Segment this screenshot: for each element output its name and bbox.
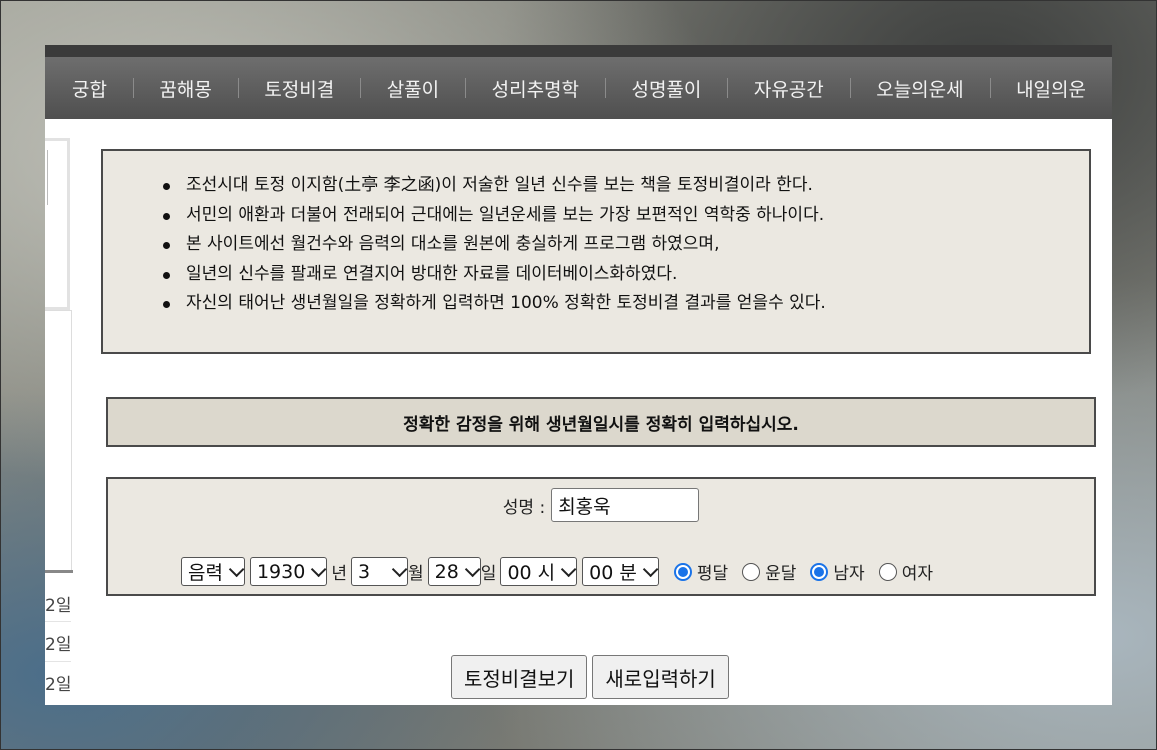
intro-line: 서민의 애환과 더불어 전래되어 근대에는 일년운세를 보는 가장 보편적인 역… (163, 201, 826, 231)
reset-input-button[interactable]: 새로입력하기 (592, 655, 729, 699)
nav-item-name-reading[interactable]: 성명풀이 (605, 57, 727, 119)
minute-select[interactable]: 00 분 (582, 557, 659, 586)
nav-item-seongri[interactable]: 성리추명학 (466, 57, 605, 119)
nav-item-gunghap[interactable]: 궁합 (45, 57, 133, 119)
left-sidebar-panel (45, 138, 70, 310)
chevron-down-icon (311, 561, 327, 578)
hour-select-value: 00 시 (507, 562, 556, 584)
chevron-down-icon (642, 561, 659, 578)
chevron-down-icon (228, 561, 245, 578)
left-list-date[interactable]: 2일 (45, 630, 71, 655)
hour-select[interactable]: 00 시 (500, 557, 578, 586)
nav-item-tojeong[interactable]: 토정비결 (238, 57, 360, 119)
intro-list: 조선시대 토정 이지함(土亭 李之函)이 저술한 일년 신수를 보는 책을 토정… (103, 171, 826, 319)
main-nav: 궁합 꿈해몽 토정비결 살풀이 성리추명학 성명풀이 자유공간 오늘의운세 내일… (45, 57, 1112, 119)
nav-item-tomorrow-fortune[interactable]: 내일의운 (990, 57, 1112, 119)
left-list-date[interactable]: 2일 (45, 591, 71, 616)
year-select-value: 1930 (256, 560, 306, 583)
left-sidebar-tab-underline (45, 570, 73, 573)
chevron-down-icon (464, 561, 481, 578)
view-tojeong-button[interactable]: 토정비결보기 (451, 655, 588, 699)
day-select[interactable]: 28 (427, 557, 481, 586)
left-list-divider (45, 661, 71, 662)
leap-normal-radio[interactable] (673, 562, 692, 581)
month-select[interactable]: 3 (350, 557, 408, 586)
calendar-select[interactable]: 음력 (181, 557, 245, 586)
notice-bar: 정확한 감정을 위해 생년월일시를 정확히 입력하십시오. (106, 397, 1096, 447)
nav-item-dream[interactable]: 꿈해몽 (133, 57, 237, 119)
male-radio[interactable] (810, 562, 829, 581)
day-select-value: 28 (434, 560, 459, 583)
day-unit-label: 일 (480, 564, 497, 584)
nav-item-free-space[interactable]: 자유공간 (728, 57, 850, 119)
left-sidebar-divider (45, 150, 48, 205)
male-label[interactable]: 남자 (833, 559, 864, 584)
month-unit-label: 월 (407, 564, 424, 584)
name-label: 성명 : (502, 497, 546, 518)
month-select-value: 3 (357, 560, 371, 583)
leap-month-label[interactable]: 윤달 (765, 559, 796, 584)
year-select[interactable]: 1930 (249, 557, 328, 586)
chevron-down-icon (391, 561, 408, 578)
intro-line: 일년의 신수를 팔괘로 연결지어 방대한 자료를 데이터베이스화하였다. (163, 260, 826, 290)
leap-normal-label[interactable]: 평달 (697, 559, 728, 584)
minute-select-value: 00 분 (589, 562, 637, 584)
left-list-divider (45, 621, 71, 622)
left-list-date[interactable]: 2일 (45, 670, 71, 695)
left-sidebar-rule (45, 310, 71, 311)
year-unit-label: 년 (331, 564, 347, 584)
nav-item-salpuri[interactable]: 살풀이 (361, 57, 465, 119)
chevron-down-icon (560, 561, 577, 578)
leap-month-radio[interactable] (742, 562, 761, 581)
intro-line: 조선시대 토정 이지함(土亭 李之函)이 저술한 일년 신수를 보는 책을 토정… (163, 171, 826, 201)
intro-box: 조선시대 토정 이지함(土亭 李之函)이 저술한 일년 신수를 보는 책을 토정… (101, 149, 1091, 354)
intro-line: 자신의 태어난 생년월일을 정확하게 입력하면 100% 정확한 토정비결 결과… (163, 289, 826, 319)
intro-line: 본 사이트에선 월건수와 음력의 대소를 원본에 충실하게 프로그램 하였으며, (163, 230, 826, 260)
birth-date-row: 음력 1930 년 3 월 28 일 00 시 00 분 평달 윤달 남자 여자 (181, 557, 937, 586)
birth-input-form: 성명 : 최홍욱 음력 1930 년 3 월 28 일 00 시 00 분 평달… (106, 477, 1096, 596)
left-sidebar-border (71, 310, 72, 570)
top-strip (45, 45, 1112, 57)
page-window: 궁합 꿈해몽 토정비결 살풀이 성리추명학 성명풀이 자유공간 오늘의운세 내일… (45, 45, 1112, 705)
name-row: 성명 : 최홍욱 (108, 488, 1094, 522)
name-input[interactable]: 최홍욱 (551, 488, 700, 522)
female-label[interactable]: 여자 (902, 559, 933, 584)
female-radio[interactable] (878, 562, 897, 581)
calendar-select-value: 음력 (188, 562, 223, 584)
form-buttons: 토정비결보기 새로입력하기 (451, 655, 734, 699)
nav-item-today-fortune[interactable]: 오늘의운세 (850, 57, 989, 119)
